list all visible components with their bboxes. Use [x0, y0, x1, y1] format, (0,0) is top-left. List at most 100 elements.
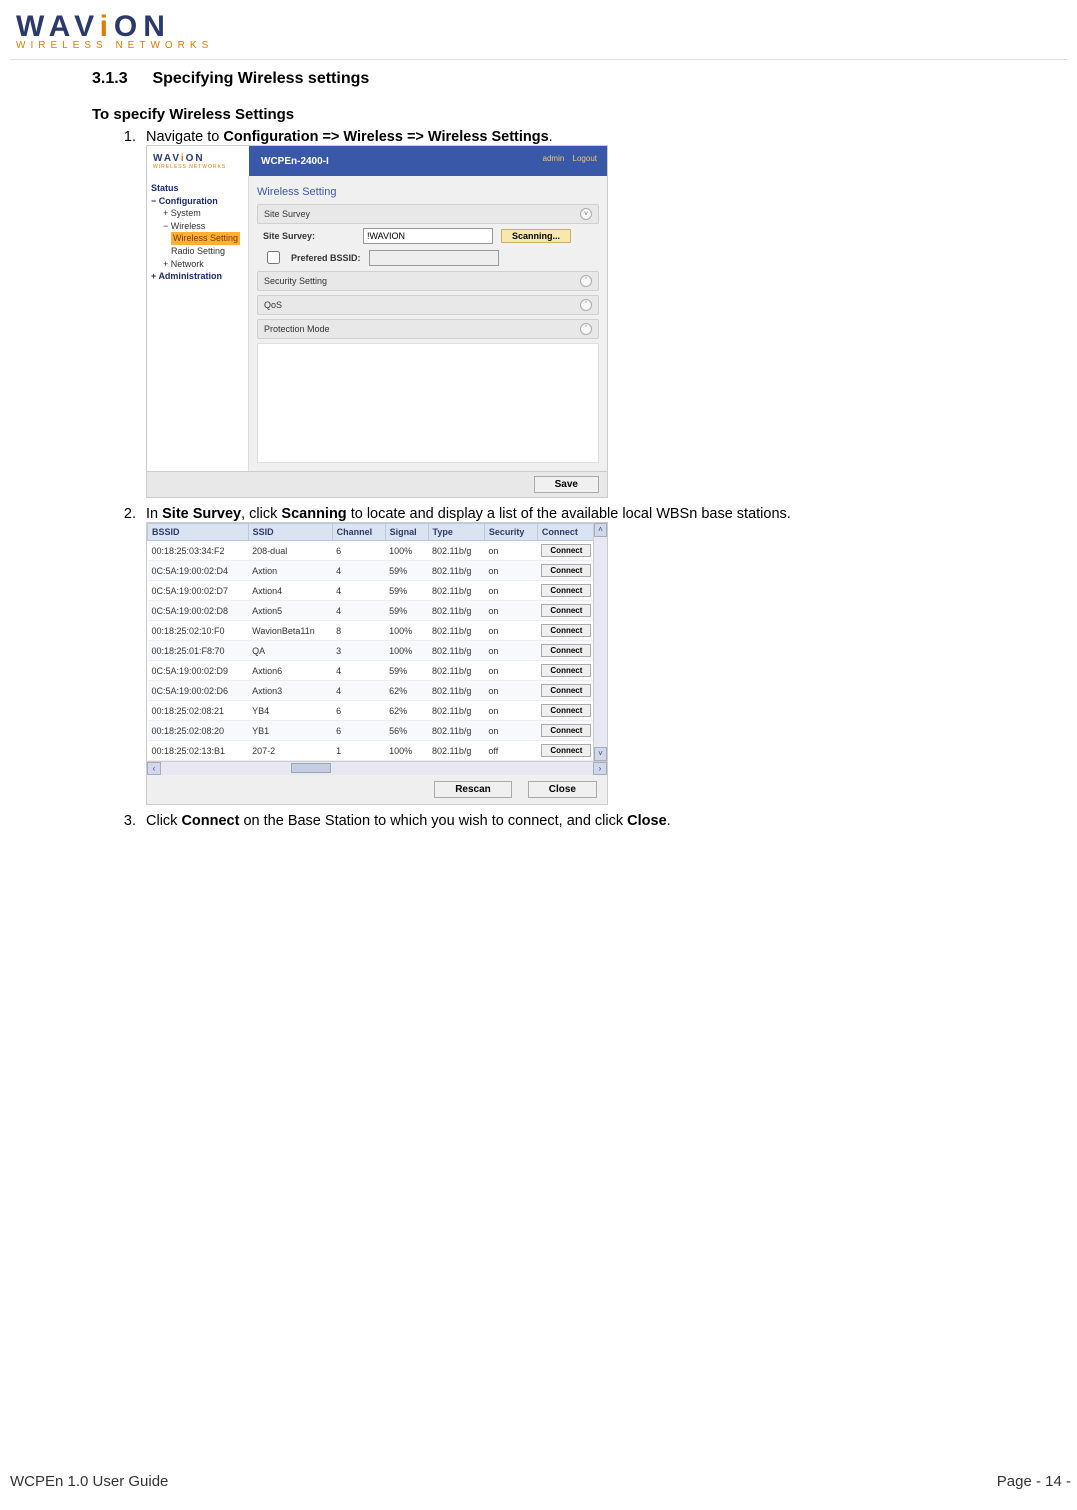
scroll-up-icon[interactable]: ˄ [594, 523, 607, 537]
protection-label: Protection Mode [264, 324, 330, 334]
rescan-button[interactable]: Rescan [434, 781, 512, 798]
table-row: 0C:5A:19:00:02:D7Axtion4459%802.11b/gonC… [148, 581, 607, 601]
qos-label: QoS [264, 300, 282, 310]
screenshot-wireless-setting: WAViON WIRELESS NETWORKS WCPEn-2400-I ad… [146, 145, 608, 498]
section-number: 3.1.3 [92, 70, 148, 88]
step-3: Click Connect on the Base Station to whi… [140, 813, 1063, 829]
scan-results-table: BSSIDSSIDChannelSignalTypeSecurity Connec… [147, 523, 607, 761]
connect-button[interactable]: Connect [541, 644, 591, 657]
step3-post: . [667, 813, 671, 829]
scanning-button[interactable]: Scanning... [501, 229, 571, 243]
step3-b1: Connect [181, 813, 239, 829]
expand-icon: ˆ [580, 299, 592, 311]
page-footer: WCPEn 1.0 User Guide Page - 14 - [10, 1473, 1071, 1490]
nav-system[interactable]: System [151, 207, 248, 220]
header-rule [10, 59, 1067, 60]
connect-button[interactable]: Connect [541, 684, 591, 697]
step2-post: to locate and display a list of the avai… [347, 506, 791, 522]
section-title: Specifying Wireless settings [152, 70, 369, 87]
nav-configuration[interactable]: Configuration [151, 195, 248, 208]
col-security: Security [484, 524, 537, 541]
ssid-input[interactable] [363, 228, 493, 244]
expand-icon: ˆ [580, 323, 592, 335]
security-label: Security Setting [264, 276, 327, 286]
table-row: 00:18:25:03:34:F2208-dual6100%802.11b/go… [148, 541, 607, 561]
section-site-survey[interactable]: Site Survey ˅ [257, 204, 599, 224]
footer-left: WCPEn 1.0 User Guide [10, 1473, 168, 1490]
collapse-icon: ˅ [580, 208, 592, 220]
section-security[interactable]: Security Setting ˆ [257, 271, 599, 291]
panel-title: Wireless Setting [257, 186, 599, 198]
nav-administration[interactable]: Administration [151, 270, 248, 283]
col-bssid: BSSID [148, 524, 249, 541]
scroll-right-icon[interactable]: › [593, 762, 607, 775]
logo-text-i: i [100, 10, 114, 43]
panel-whitespace [257, 343, 599, 463]
section-heading: 3.1.3 Specifying Wireless settings [92, 70, 1063, 88]
site-survey-label: Site Survey [264, 209, 310, 219]
device-model: WCPEn-2400-I [261, 156, 329, 167]
prefered-bssid-checkbox[interactable] [267, 251, 280, 264]
close-button[interactable]: Close [528, 781, 597, 798]
nav-wireless-setting[interactable]: Wireless Setting [171, 232, 240, 245]
table-row: 00:18:25:02:13:B1207-21100%802.11b/goffC… [148, 741, 607, 761]
nav-status[interactable]: Status [151, 182, 248, 195]
nav-wireless[interactable]: Wireless [151, 220, 248, 233]
procedure-subhead: To specify Wireless Settings [92, 106, 1063, 123]
step-1: Navigate to Configuration => Wireless =>… [140, 129, 1063, 498]
connect-button[interactable]: Connect [541, 704, 591, 717]
table-row: 0C:5A:19:00:02:D6Axtion3462%802.11b/gonC… [148, 681, 607, 701]
connect-button[interactable]: Connect [541, 664, 591, 677]
table-row: 0C:5A:19:00:02:D9Axtion6459%802.11b/gonC… [148, 661, 607, 681]
col-ssid: SSID [248, 524, 332, 541]
connect-button[interactable]: Connect [541, 544, 591, 557]
label-prefered-bssid: Prefered BSSID: [291, 253, 361, 263]
connect-button[interactable]: Connect [541, 744, 591, 757]
section-protection[interactable]: Protection Mode ˆ [257, 319, 599, 339]
step3-b2: Close [627, 813, 667, 829]
connect-button[interactable]: Connect [541, 584, 591, 597]
step-2: In Site Survey, click Scanning to locate… [140, 506, 1063, 805]
link-admin[interactable]: admin [543, 154, 565, 163]
connect-button[interactable]: Connect [541, 564, 591, 577]
step2-pre: In [146, 506, 162, 522]
table-row: 0C:5A:19:00:02:D8Axtion5459%802.11b/gonC… [148, 601, 607, 621]
save-button[interactable]: Save [534, 476, 599, 493]
step2-b1: Site Survey [162, 506, 241, 522]
table-row: 00:18:25:02:08:20YB1656%802.11b/gonConne… [148, 721, 607, 741]
logo-text-pre: WAV [16, 10, 100, 43]
nav-radio-setting[interactable]: Radio Setting [151, 245, 248, 258]
device-title-bar: WCPEn-2400-I admin Logout [249, 146, 607, 176]
nav-tree: Status Configuration System Wireless Wir… [147, 176, 249, 471]
logo-subtext: WIRELESS NETWORKS [16, 40, 1067, 51]
horizontal-scrollbar[interactable]: ‹ › [147, 761, 607, 775]
logo-text-suf: ON [114, 10, 171, 43]
screenshot-scan-results: BSSIDSSIDChannelSignalTypeSecurity Connec… [146, 522, 608, 805]
link-logout[interactable]: Logout [573, 154, 597, 163]
step1-pre: Navigate to [146, 129, 223, 145]
col-channel: Channel [332, 524, 385, 541]
scroll-left-icon[interactable]: ‹ [147, 762, 161, 775]
scroll-down-icon[interactable]: ˅ [594, 747, 607, 761]
scroll-thumb[interactable] [291, 763, 331, 773]
mini-logo: WAViON WIRELESS NETWORKS [147, 146, 249, 176]
col-type: Type [428, 524, 484, 541]
section-qos[interactable]: QoS ˆ [257, 295, 599, 315]
table-row: 00:18:25:02:10:F0WavionBeta11n8100%802.1… [148, 621, 607, 641]
brand-logo: WAViON WIRELESS NETWORKS [16, 10, 1067, 51]
connect-button[interactable]: Connect [541, 604, 591, 617]
connect-button[interactable]: Connect [541, 724, 591, 737]
step1-post: . [549, 129, 553, 145]
col-signal: Signal [385, 524, 428, 541]
procedure-steps: Navigate to Configuration => Wireless =>… [92, 129, 1063, 829]
connect-button[interactable]: Connect [541, 624, 591, 637]
expand-icon: ˆ [580, 275, 592, 287]
prefered-bssid-input[interactable] [369, 250, 499, 266]
wireless-setting-panel: Wireless Setting Site Survey ˅ Site Surv… [249, 176, 607, 471]
footer-right: Page - 14 - [997, 1473, 1071, 1490]
vertical-scrollbar[interactable]: ˄ ˅ [593, 523, 607, 761]
table-row: 0C:5A:19:00:02:D4Axtion459%802.11b/gonCo… [148, 561, 607, 581]
step2-b2: Scanning [281, 506, 346, 522]
nav-network[interactable]: Network [151, 258, 248, 271]
step1-path: Configuration => Wireless => Wireless Se… [223, 129, 548, 145]
